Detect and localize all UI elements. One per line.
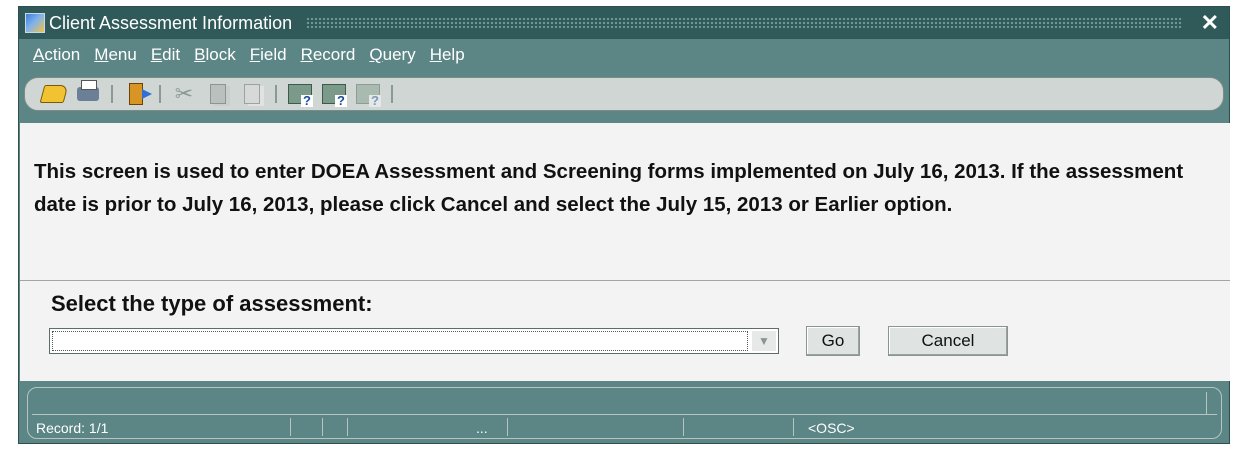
cancel-query-icon [356, 84, 382, 107]
osc-indicator: <OSC> [808, 420, 855, 436]
toolbar-separator [159, 85, 161, 103]
menu-menu[interactable]: Menu [94, 45, 137, 65]
instruction-message: This screen is used to enter DOEA Assess… [34, 160, 1184, 216]
save-icon [39, 85, 69, 103]
status-separator [683, 418, 684, 436]
title-bar: Client Assessment Information ✕ [19, 7, 1229, 39]
print-button[interactable] [75, 80, 101, 106]
select-value [52, 331, 748, 351]
status-separator [507, 418, 508, 436]
execute-query-icon [322, 84, 348, 107]
status-separator [793, 418, 794, 436]
menu-query[interactable]: Query [369, 45, 415, 65]
record-indicator: Record: 1/1 [36, 420, 109, 436]
menu-edit[interactable]: Edit [151, 45, 180, 65]
status-ellipsis: ... [476, 420, 488, 436]
chevron-down-icon[interactable]: ▼ [752, 331, 776, 351]
copy-button[interactable] [205, 82, 231, 106]
paste-icon [244, 84, 260, 104]
assessment-type-select[interactable]: ▼ [49, 328, 779, 354]
status-divider [32, 414, 1217, 415]
assessment-type-label: Select the type of assessment: [51, 291, 373, 316]
save-button[interactable] [39, 82, 69, 106]
menu-record[interactable]: Record [301, 45, 356, 65]
exit-button[interactable] [123, 82, 152, 106]
title-bar-pattern [306, 17, 1183, 29]
enter-query-button[interactable] [287, 82, 314, 107]
go-button[interactable]: Go [806, 326, 860, 356]
execute-query-button[interactable] [321, 82, 348, 107]
status-bar: Record: 1/1 ... <OSC> [27, 387, 1222, 439]
cut-button[interactable]: ✂ [171, 82, 197, 106]
cut-icon: ✂ [174, 81, 194, 106]
menu-field[interactable]: Field [250, 45, 287, 65]
cancel-query-button[interactable] [355, 82, 382, 107]
cancel-button[interactable]: Cancel [888, 326, 1008, 356]
status-separator [322, 418, 323, 436]
client-assessment-window: Client Assessment Information ✕ Action M… [18, 6, 1230, 444]
menu-help[interactable]: Help [430, 45, 465, 65]
close-button[interactable]: ✕ [1201, 10, 1219, 36]
status-tick [1206, 392, 1207, 414]
menu-block[interactable]: Block [194, 45, 236, 65]
paste-button[interactable] [239, 82, 265, 106]
copy-icon [210, 84, 226, 104]
window-title: Client Assessment Information [49, 12, 293, 33]
menu-bar: Action Menu Edit Block Field Record Quer… [19, 39, 1229, 71]
toolbar-separator [111, 85, 113, 103]
toolbar: ✂ [24, 77, 1224, 111]
status-separator [290, 418, 291, 436]
toolbar-separator [275, 85, 277, 103]
status-separator [347, 418, 348, 436]
exit-icon [129, 83, 152, 105]
enter-query-icon [288, 84, 314, 107]
toolbar-separator [391, 85, 393, 103]
print-icon [77, 80, 99, 101]
content-divider [20, 280, 1230, 281]
content-panel: This screen is used to enter DOEA Assess… [20, 123, 1230, 381]
menu-action[interactable]: Action [33, 45, 80, 65]
app-icon [25, 13, 45, 33]
